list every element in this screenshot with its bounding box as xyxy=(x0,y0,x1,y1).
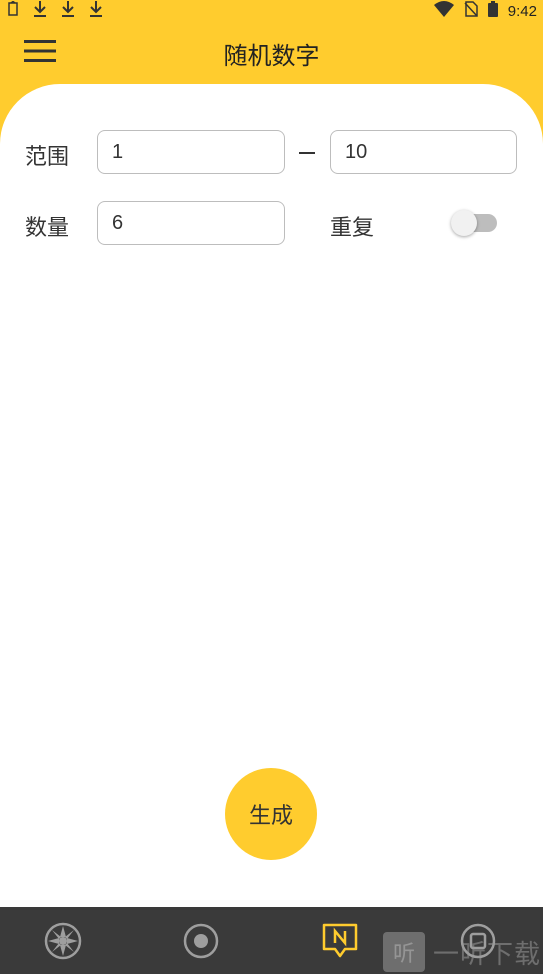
nav-item-note[interactable] xyxy=(320,923,360,963)
download-icon xyxy=(88,0,104,22)
generate-button-label: 生成 xyxy=(248,804,293,829)
nav-item-record[interactable] xyxy=(181,923,221,963)
range-max-value: 10 xyxy=(345,140,368,163)
range-min-value: 1 xyxy=(112,140,124,163)
watermark: 听 一听下载 xyxy=(383,932,541,972)
count-value: 6 xyxy=(112,211,124,234)
status-bar: 9:42 xyxy=(0,0,543,22)
clipboard-icon xyxy=(6,0,20,21)
count-label: 数量 xyxy=(25,216,70,241)
download-icon xyxy=(60,0,76,22)
record-icon xyxy=(182,922,220,964)
download-icon xyxy=(32,0,48,22)
status-bar-right-icons: 9:42 xyxy=(433,0,537,22)
status-time: 9:42 xyxy=(507,2,537,20)
wheel-icon xyxy=(44,922,82,964)
watermark-text: 一听下载 xyxy=(433,939,542,970)
repeat-toggle[interactable] xyxy=(451,210,499,236)
status-bar-left-icons xyxy=(6,0,104,22)
range-max-input[interactable]: 10 xyxy=(330,130,517,174)
generate-button[interactable]: 生成 xyxy=(225,768,317,860)
nav-item-wheel[interactable] xyxy=(43,922,83,964)
repeat-label: 重复 xyxy=(330,216,375,241)
range-label: 范围 xyxy=(25,145,70,170)
repeat-toggle-thumb xyxy=(451,210,477,236)
page-title: 随机数字 xyxy=(223,42,320,70)
range-separator-dash xyxy=(299,152,315,154)
wifi-icon xyxy=(433,1,454,21)
count-input[interactable]: 6 xyxy=(97,201,285,245)
battery-icon xyxy=(487,1,498,21)
range-min-input[interactable]: 1 xyxy=(97,130,285,174)
watermark-logo: 听 xyxy=(383,932,425,972)
no-sim-icon xyxy=(464,1,478,21)
app-bar: 随机数字 xyxy=(0,22,543,84)
note-n-icon xyxy=(321,922,359,964)
